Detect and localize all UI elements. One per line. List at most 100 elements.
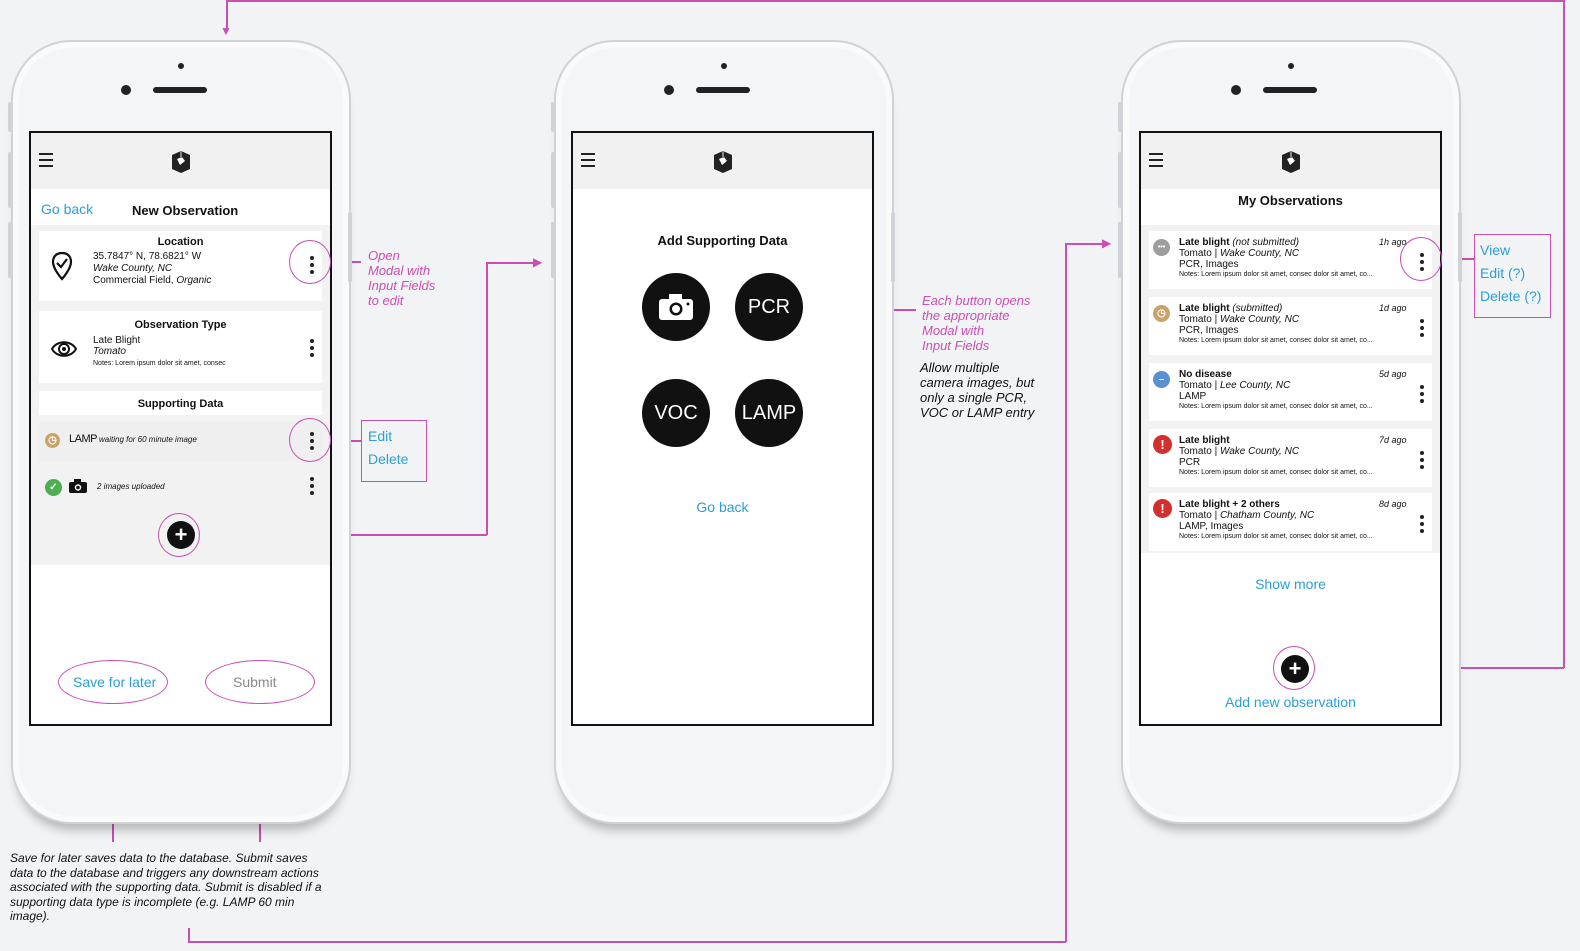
- images-entry-row[interactable]: ✓ 2 images uploaded: [39, 467, 322, 505]
- flow-line-top: [226, 0, 1564, 2]
- item-notes: Notes: Lorem ipsum dolor sit amet, conse…: [1179, 271, 1373, 278]
- item-data-types: PCR: [1179, 457, 1201, 468]
- item-data-types: LAMP, Images: [1179, 521, 1244, 532]
- menu-icon[interactable]: [1149, 153, 1163, 171]
- item-location: Tomato | Chatham County, NC: [1179, 510, 1315, 521]
- location-card[interactable]: Location 35.7847° N, 78.6821° W Wake Cou…: [39, 231, 322, 301]
- app-logo-icon: [1282, 151, 1300, 173]
- flow-arrow-head: ▶: [533, 255, 543, 269]
- images-status: 2 images uploaded: [97, 482, 165, 491]
- observation-more-icon[interactable]: [310, 339, 314, 360]
- lamp-entry-row[interactable]: ◷ LAMP waiting for 60 minute image: [39, 421, 322, 461]
- menu-icon[interactable]: [581, 153, 595, 171]
- supporting-data-header: Supporting Data: [39, 391, 322, 415]
- highlight-submit: [205, 660, 315, 704]
- item-title: No disease: [1179, 369, 1232, 380]
- camera-button[interactable]: [642, 273, 710, 341]
- annotation-open-modal: Open Modal with Input Fields to edit: [368, 248, 436, 308]
- item-title: Late blight (submitted): [1179, 303, 1283, 314]
- page-title: My Observations: [1238, 193, 1343, 208]
- item-location: Tomato | Wake County, NC: [1179, 248, 1300, 259]
- location-heading: Location: [157, 236, 204, 248]
- item-title: Late blight (not submitted): [1179, 237, 1300, 248]
- top-bar: [1141, 133, 1440, 189]
- item-data-types: LAMP: [1179, 391, 1207, 402]
- item-more-icon[interactable]: [1420, 385, 1424, 406]
- observation-list-item[interactable]: ! Late blight Tomato | Wake County, NC P…: [1149, 429, 1432, 487]
- flow-line-bottom: [188, 941, 1066, 943]
- observation-disease: Late Blight: [93, 335, 141, 346]
- annotation-each-button: Each button opens the appropriate Modal wi…: [922, 293, 1031, 353]
- screen-my-observations: My Observations ••• Late blight (not sub…: [1139, 131, 1442, 726]
- location-field: Commercial Field, Organic: [93, 275, 212, 286]
- flow-line-bottom-left: [188, 928, 190, 942]
- no-disease-icon: –: [1153, 371, 1170, 388]
- observation-type-heading: Observation Type: [134, 319, 227, 331]
- pending-dots-icon: •••: [1153, 239, 1170, 256]
- page-title: New Observation: [132, 203, 239, 218]
- item-notes: Notes: Lorem ipsum dolor sit amet, conse…: [1179, 337, 1373, 344]
- pcr-button[interactable]: PCR: [735, 273, 803, 341]
- app-logo-icon: [714, 151, 732, 173]
- observation-type-card[interactable]: Observation Type Late Blight Tomato Note…: [39, 311, 322, 383]
- show-more-link[interactable]: Show more: [1141, 576, 1440, 592]
- eye-icon: [51, 341, 77, 357]
- flow-arrow-head: ▶: [1102, 236, 1112, 250]
- location-coords: 35.7847° N, 78.6821° W: [93, 251, 202, 262]
- item-more-icon[interactable]: [1420, 515, 1424, 536]
- app-logo-icon: [172, 151, 190, 173]
- flow-line-into-screen2: [486, 262, 536, 264]
- item-data-types: PCR, Images: [1179, 325, 1239, 336]
- highlight-add-supporting: [158, 513, 200, 557]
- highlight-add-new: [1273, 646, 1315, 690]
- annotation-edit: Edit: [368, 428, 393, 444]
- highlight-save-for-later: [58, 660, 168, 704]
- location-pin-icon: [51, 251, 73, 281]
- item-location: Tomato | Wake County, NC: [1179, 314, 1300, 325]
- camera-icon: [659, 294, 693, 320]
- pending-clock-icon: ◷: [45, 433, 60, 448]
- observation-list-item[interactable]: ! Late blight + 2 others Tomato | Chatha…: [1149, 493, 1432, 551]
- item-notes: Notes: Lorem ipsum dolor sit amet, conse…: [1179, 469, 1373, 476]
- lamp-button[interactable]: LAMP: [735, 379, 803, 447]
- flow-line-right-edge: [1563, 0, 1565, 668]
- lamp-status: waiting for 60 minute image: [99, 435, 197, 444]
- item-time: 7d ago: [1379, 435, 1407, 445]
- annotation-view: View: [1480, 242, 1511, 258]
- success-check-icon: ✓: [45, 479, 62, 496]
- flow-arrow-head: ▼: [220, 24, 232, 38]
- page-title: Add Supporting Data: [657, 233, 788, 248]
- item-location: Tomato | Wake County, NC: [1179, 446, 1300, 457]
- waiting-clock-icon: ◷: [1153, 305, 1170, 322]
- item-notes: Notes: Lorem ipsum dolor sit amet, conse…: [1179, 403, 1373, 410]
- observation-notes: Notes: Lorem ipsum dolor sit amet, conse…: [93, 360, 226, 367]
- item-time: 8d ago: [1379, 499, 1407, 509]
- flow-line-into-screen3: [1065, 243, 1105, 245]
- item-more-icon[interactable]: [1420, 451, 1424, 472]
- annotation-edit-q: Edit (?): [1480, 265, 1526, 281]
- add-new-observation-link[interactable]: Add new observation: [1141, 694, 1440, 710]
- item-time: 1d ago: [1379, 303, 1407, 313]
- screen-new-observation: Go back New Observation Location 35.7847…: [29, 131, 332, 726]
- observation-list-item[interactable]: – No disease Tomato | Lee County, NC LAM…: [1149, 363, 1432, 421]
- voc-button[interactable]: VOC: [642, 379, 710, 447]
- alert-icon: !: [1153, 499, 1172, 518]
- item-more-icon[interactable]: [1420, 319, 1424, 340]
- item-location: Tomato | Lee County, NC: [1179, 380, 1291, 391]
- annotation-delete-q: Delete (?): [1480, 288, 1542, 304]
- observation-list-item[interactable]: ◷ Late blight (submitted) Tomato | Wake …: [1149, 297, 1432, 355]
- flow-line-plus-up: [486, 262, 488, 535]
- observation-list-item[interactable]: ••• Late blight (not submitted) Tomato |…: [1149, 231, 1432, 289]
- go-back-link[interactable]: Go back: [573, 499, 872, 515]
- highlight-item-more: [1400, 237, 1442, 281]
- annotation-allow-multiple: Allow multiple camera images, but only a s…: [920, 360, 1035, 420]
- observation-crop: Tomato: [93, 346, 126, 357]
- go-back-link[interactable]: Go back: [41, 201, 93, 217]
- images-more-icon[interactable]: [310, 477, 314, 498]
- menu-icon[interactable]: [39, 153, 53, 171]
- annotation-save-note: Save for later saves data to the databas…: [10, 851, 322, 923]
- screen-add-supporting-data: Add Supporting Data PCR VOC LAMP Go back: [571, 131, 874, 726]
- lamp-label: LAMP: [69, 433, 97, 445]
- item-time: 5d ago: [1379, 369, 1407, 379]
- camera-icon: [69, 479, 87, 493]
